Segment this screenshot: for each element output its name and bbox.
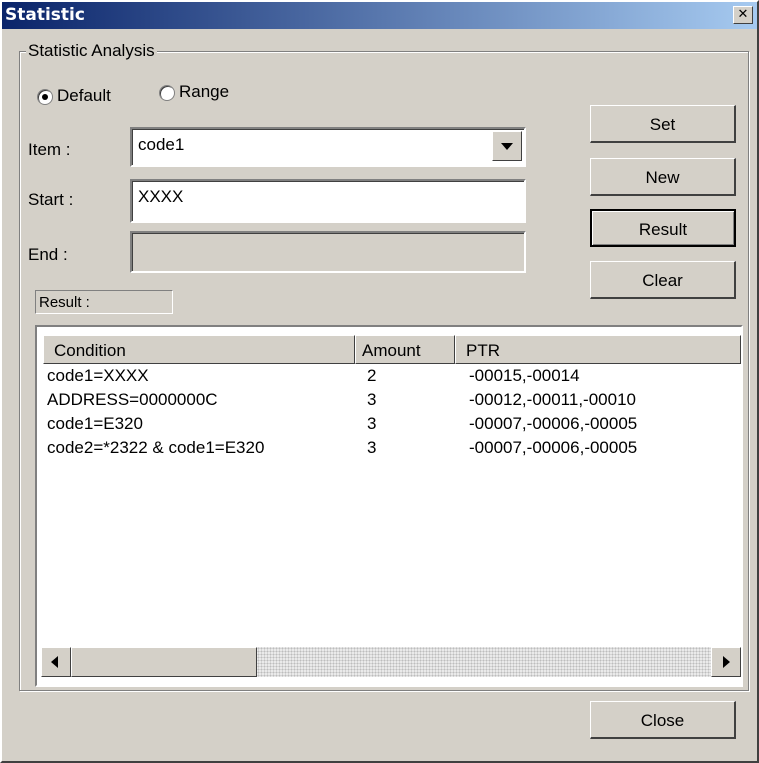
start-input[interactable]: XXXX xyxy=(130,179,526,223)
end-input xyxy=(130,231,526,273)
title-bar[interactable]: Statistic ✕ xyxy=(2,2,757,29)
cell-condition: ADDRESS=0000000C xyxy=(47,390,218,409)
result-button[interactable]: Result xyxy=(590,209,736,247)
cell-amount: 3 xyxy=(367,390,377,409)
new-button[interactable]: New xyxy=(590,158,736,196)
radio-selected-dot xyxy=(42,94,48,100)
scrollbar-thumb[interactable] xyxy=(71,647,257,677)
table-row[interactable]: code1=E320 xyxy=(47,412,143,436)
cell-ptr: -00015,-00014 xyxy=(469,366,580,385)
column-header-ptr[interactable]: PTR xyxy=(455,335,741,364)
cell-amount: 3 xyxy=(367,414,377,433)
column-header-amount[interactable]: Amount xyxy=(355,335,455,364)
clear-button[interactable]: Clear xyxy=(590,261,736,299)
close-icon[interactable]: ✕ xyxy=(733,6,753,24)
chevron-down-icon[interactable] xyxy=(492,131,522,161)
range-radio[interactable] xyxy=(159,85,175,101)
table-row[interactable]: code1=XXXX xyxy=(47,364,149,388)
default-radio-label[interactable]: Default xyxy=(57,86,111,106)
start-label: Start : xyxy=(28,190,74,209)
close-button[interactable]: Close xyxy=(590,701,736,739)
item-label: Item : xyxy=(28,140,71,159)
arrow-left-icon[interactable] xyxy=(41,647,71,677)
item-combobox[interactable]: code1 xyxy=(130,127,526,167)
column-header-condition[interactable]: Condition xyxy=(43,335,355,364)
window-title: Statistic xyxy=(5,5,85,25)
statistic-dialog: Statistic ✕ Statistic Analysis Default R… xyxy=(0,0,759,763)
table-row[interactable]: ADDRESS=0000000C xyxy=(47,388,218,412)
table-row[interactable]: code2=*2322 & code1=E320 xyxy=(47,436,264,460)
horizontal-scrollbar[interactable] xyxy=(41,647,741,677)
arrow-right-icon[interactable] xyxy=(711,647,741,677)
item-value: code1 xyxy=(138,135,185,154)
result-label: Result : xyxy=(35,290,173,314)
cell-amount: 2 xyxy=(367,366,377,385)
group-label: Statistic Analysis xyxy=(26,41,157,61)
result-listview[interactable]: Condition Amount PTR code1=XXXX 2 -00015… xyxy=(35,325,743,687)
range-radio-label[interactable]: Range xyxy=(179,82,229,102)
set-button[interactable]: Set xyxy=(590,105,736,143)
cell-condition: code1=XXXX xyxy=(47,366,149,385)
start-value: XXXX xyxy=(138,187,184,206)
cell-ptr: -00007,-00006,-00005 xyxy=(469,414,638,433)
cell-condition: code1=E320 xyxy=(47,414,143,433)
end-label: End : xyxy=(28,245,68,264)
cell-ptr: -00007,-00006,-00005 xyxy=(469,438,638,457)
default-radio[interactable] xyxy=(37,89,53,105)
cell-amount: 3 xyxy=(367,438,377,457)
cell-condition: code2=*2322 & code1=E320 xyxy=(47,438,265,457)
cell-ptr: -00012,-00011,-00010 xyxy=(469,390,636,409)
